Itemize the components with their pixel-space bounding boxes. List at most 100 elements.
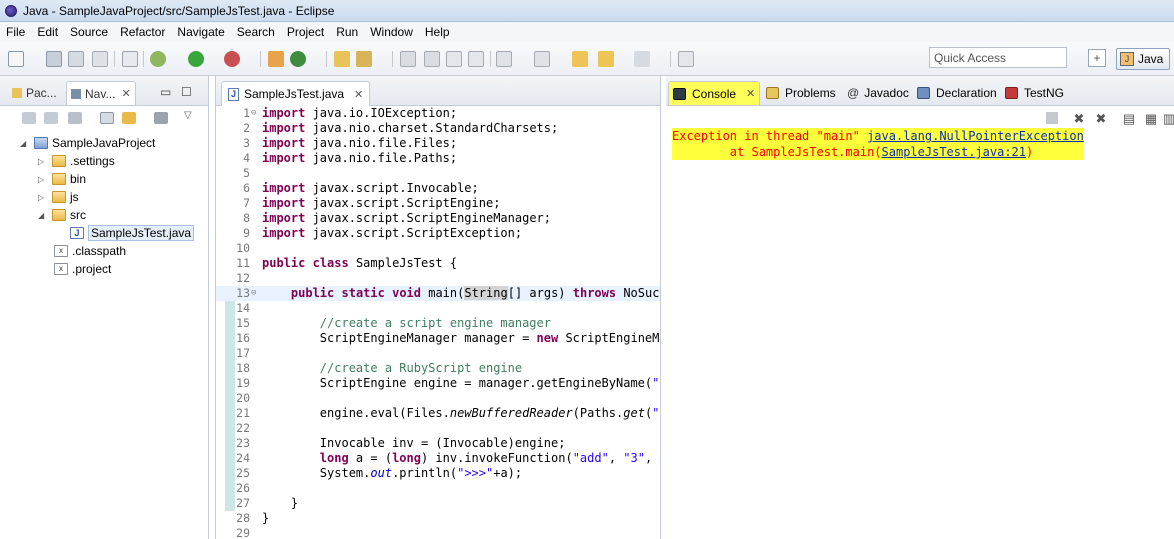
- code-line[interactable]: 10: [216, 241, 660, 256]
- close-icon[interactable]: ✕: [121, 87, 130, 100]
- remove-all-launches-icon[interactable]: ✖: [1094, 112, 1108, 126]
- tab-testng[interactable]: TestNG: [1001, 81, 1068, 105]
- tab-sample-js-test[interactable]: J SampleJsTest.java ✕: [221, 81, 371, 106]
- link-with-editor-icon[interactable]: [122, 112, 136, 124]
- tab-navigator[interactable]: Nav... ✕: [66, 81, 136, 105]
- open-perspective-icon[interactable]: +: [1088, 49, 1106, 67]
- tree-item-settings[interactable]: ▷ .settings: [38, 152, 115, 170]
- tab-package-explorer[interactable]: Pac...: [8, 81, 61, 105]
- chevron-down-icon[interactable]: ◢: [38, 211, 48, 220]
- code-line[interactable]: 18 //create a RubyScript engine: [216, 361, 660, 376]
- chevron-down-icon[interactable]: ▽: [184, 110, 192, 121]
- next-annotation-icon[interactable]: [496, 51, 512, 67]
- code-line[interactable]: 23 Invocable inv = (Invocable)engine;: [216, 436, 660, 451]
- code-line[interactable]: 21 engine.eval(Files.newBufferedReader(P…: [216, 406, 660, 421]
- minimize-icon[interactable]: ▭: [160, 85, 171, 99]
- menu-file[interactable]: File: [0, 25, 31, 39]
- tree-item-js[interactable]: ▷ js: [38, 188, 79, 206]
- tab-javadoc[interactable]: @ Javadoc: [843, 81, 913, 105]
- chevron-down-icon[interactable]: ◢: [20, 139, 30, 148]
- code-line[interactable]: 1 ⊖ import java.io.IOException;: [216, 106, 660, 121]
- code-line[interactable]: 11 public class SampleJsTest {: [216, 256, 660, 271]
- code-line[interactable]: 26: [216, 481, 660, 496]
- open-type-icon[interactable]: [334, 51, 350, 67]
- search-icon[interactable]: [356, 51, 372, 67]
- forward-arrow-icon[interactable]: [44, 112, 58, 124]
- code-line[interactable]: 14: [216, 301, 660, 316]
- tab-declaration[interactable]: Declaration: [913, 81, 1001, 105]
- console-stack-link[interactable]: SampleJsTest.java:21: [882, 145, 1027, 159]
- code-line[interactable]: 5: [216, 166, 660, 181]
- tree-item-project-file[interactable]: x .project: [54, 260, 111, 278]
- remove-launch-icon[interactable]: ✖: [1072, 112, 1086, 126]
- prev-annotation-icon[interactable]: [534, 51, 550, 67]
- console-exception-link[interactable]: java.lang.NullPointerException: [867, 129, 1084, 143]
- last-edit-icon[interactable]: [572, 51, 588, 67]
- toggle-mark-icon[interactable]: [400, 51, 416, 67]
- fold-toggle-icon[interactable]: ⊖: [251, 286, 256, 301]
- save-all-icon[interactable]: [68, 51, 84, 67]
- chevron-right-icon[interactable]: ▷: [38, 175, 48, 184]
- code-line[interactable]: 20: [216, 391, 660, 406]
- code-line[interactable]: 24 long a = (long) inv.invokeFunction("a…: [216, 451, 660, 466]
- code-line[interactable]: 9 import javax.script.ScriptException;: [216, 226, 660, 241]
- code-line[interactable]: 7 import javax.script.ScriptEngine;: [216, 196, 660, 211]
- code-line[interactable]: 6 import javax.script.Invocable;: [216, 181, 660, 196]
- code-text-area[interactable]: 1 ⊖ import java.io.IOException; 2 import jav…: [216, 106, 660, 539]
- code-line[interactable]: 4 import java.nio.file.Paths;: [216, 151, 660, 166]
- pin-editor-icon[interactable]: [678, 51, 694, 67]
- tab-console[interactable]: Console ✕: [668, 81, 761, 105]
- code-line[interactable]: 22: [216, 421, 660, 436]
- code-line[interactable]: 15 //create a script engine manager: [216, 316, 660, 331]
- run-icon[interactable]: [188, 51, 204, 67]
- toggle-block-icon[interactable]: [424, 51, 440, 67]
- forward-icon[interactable]: [634, 51, 650, 67]
- new-java-package-icon[interactable]: [268, 51, 284, 67]
- fold-toggle-icon[interactable]: ⊖: [251, 106, 256, 121]
- console-output[interactable]: Exception in thread "main" java.lang.Nul…: [672, 128, 1084, 160]
- close-icon[interactable]: ✕: [746, 87, 755, 100]
- quick-access-input[interactable]: Quick Access: [929, 47, 1067, 68]
- collapse-all-icon[interactable]: [100, 112, 114, 124]
- code-line[interactable]: 13 ⊖ public static void main(String[] arg…: [216, 286, 660, 301]
- menu-source[interactable]: Source: [64, 25, 114, 39]
- tree-item-project[interactable]: ◢ SampleJavaProject: [20, 134, 155, 152]
- view-menu-icon[interactable]: [154, 112, 168, 124]
- code-line[interactable]: 28}: [216, 511, 660, 526]
- back-arrow-icon[interactable]: [22, 112, 36, 124]
- code-line[interactable]: 8 import javax.script.ScriptEngineManager…: [216, 211, 660, 226]
- tab-problems[interactable]: Problems: [762, 81, 840, 105]
- scroll-lock-icon[interactable]: ▦: [1144, 112, 1158, 126]
- menu-project[interactable]: Project: [281, 25, 330, 39]
- back-icon[interactable]: [598, 51, 614, 67]
- tree-item-bin[interactable]: ▷ bin: [38, 170, 86, 188]
- word-wrap-icon[interactable]: ▥: [1162, 112, 1174, 126]
- menu-navigate[interactable]: Navigate: [171, 25, 230, 39]
- clear-console-icon[interactable]: ▤: [1122, 112, 1136, 126]
- code-line[interactable]: 16 ScriptEngineManager manager = new Scr…: [216, 331, 660, 346]
- tree-item-src[interactable]: ◢ src: [38, 206, 86, 224]
- code-line[interactable]: 19 ScriptEngine engine = manager.getEngi…: [216, 376, 660, 391]
- maximize-icon[interactable]: ☐: [181, 85, 192, 99]
- save-icon[interactable]: [46, 51, 62, 67]
- print-icon[interactable]: [92, 51, 108, 67]
- show-whitespace-icon[interactable]: [446, 51, 462, 67]
- java-perspective-button[interactable]: J Java: [1116, 48, 1170, 70]
- code-line[interactable]: 3 import java.nio.file.Files;: [216, 136, 660, 151]
- menu-search[interactable]: Search: [231, 25, 281, 39]
- external-tools-icon[interactable]: [224, 51, 240, 67]
- code-line[interactable]: 27 }: [216, 496, 660, 511]
- new-java-class-icon[interactable]: [290, 51, 306, 67]
- code-line[interactable]: 17: [216, 346, 660, 361]
- menu-edit[interactable]: Edit: [31, 25, 64, 39]
- code-line[interactable]: 12: [216, 271, 660, 286]
- tree-item-classpath[interactable]: x .classpath: [54, 242, 126, 260]
- terminate-icon[interactable]: [1046, 112, 1058, 124]
- tree-item-sample-js-test[interactable]: J SampleJsTest.java: [70, 224, 195, 242]
- chevron-right-icon[interactable]: ▷: [38, 193, 48, 202]
- menu-refactor[interactable]: Refactor: [114, 25, 171, 39]
- close-icon[interactable]: ✕: [354, 88, 363, 101]
- code-line[interactable]: 2 import java.nio.charset.StandardCharset…: [216, 121, 660, 136]
- chevron-right-icon[interactable]: ▷: [38, 157, 48, 166]
- new-icon[interactable]: [8, 51, 24, 67]
